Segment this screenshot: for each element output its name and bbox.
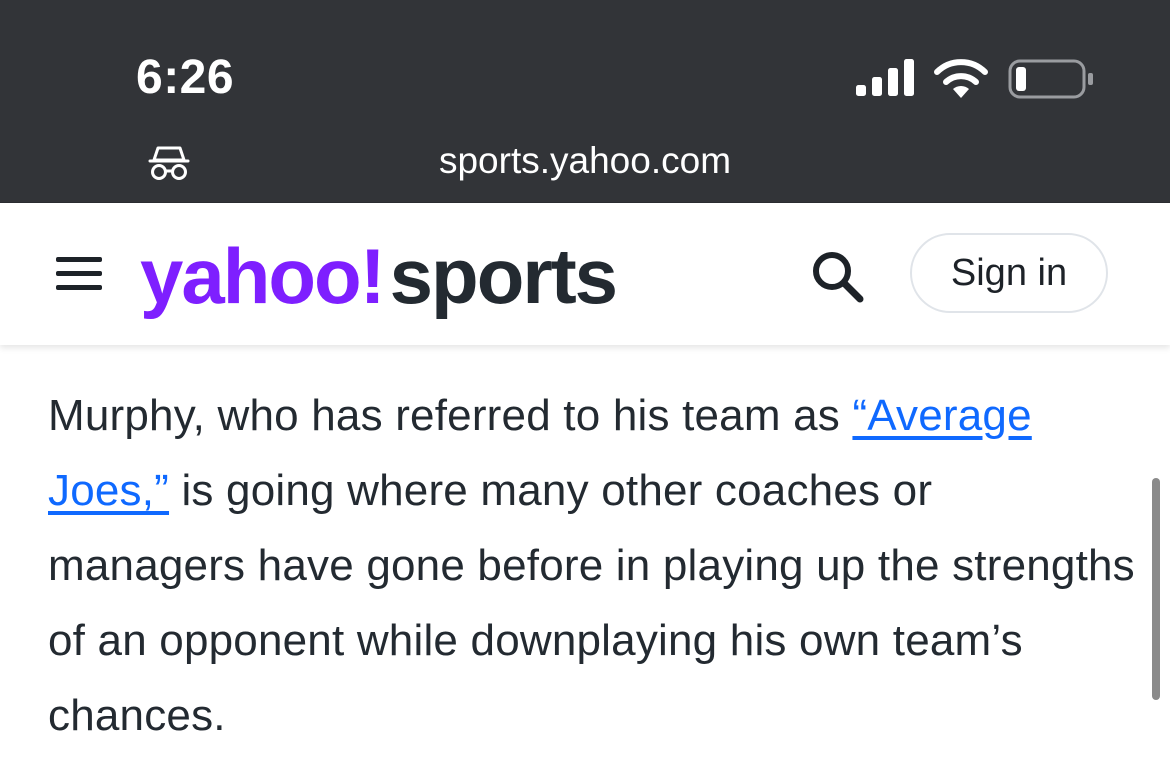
address-bar-url[interactable]: sports.yahoo.com <box>0 140 1170 182</box>
battery-low-icon <box>1008 59 1093 99</box>
article-text-after-link: is going where many other coaches or man… <box>48 466 1135 740</box>
wifi-icon <box>934 59 988 98</box>
sign-in-button[interactable]: Sign in <box>910 233 1108 313</box>
site-header: yahoo!sports Sign in <box>0 202 1170 345</box>
scrollbar-thumb[interactable] <box>1152 478 1160 700</box>
status-time: 6:26 <box>136 51 235 104</box>
cellular-signal-icon <box>856 59 914 96</box>
article-text-before-link: Murphy, who has referred to his team as <box>48 391 853 440</box>
hamburger-menu-icon[interactable] <box>56 253 102 295</box>
status-bar: 6:26 sports.yahoo.com <box>0 0 1170 202</box>
article-paragraph: Murphy, who has referred to his team as … <box>48 378 1138 753</box>
yahoo-sports-logo[interactable]: yahoo!sports <box>140 221 618 331</box>
search-icon[interactable] <box>808 247 868 307</box>
logo-yahoo-text: yahoo! <box>140 232 386 320</box>
logo-sports-text: sports <box>389 232 618 320</box>
